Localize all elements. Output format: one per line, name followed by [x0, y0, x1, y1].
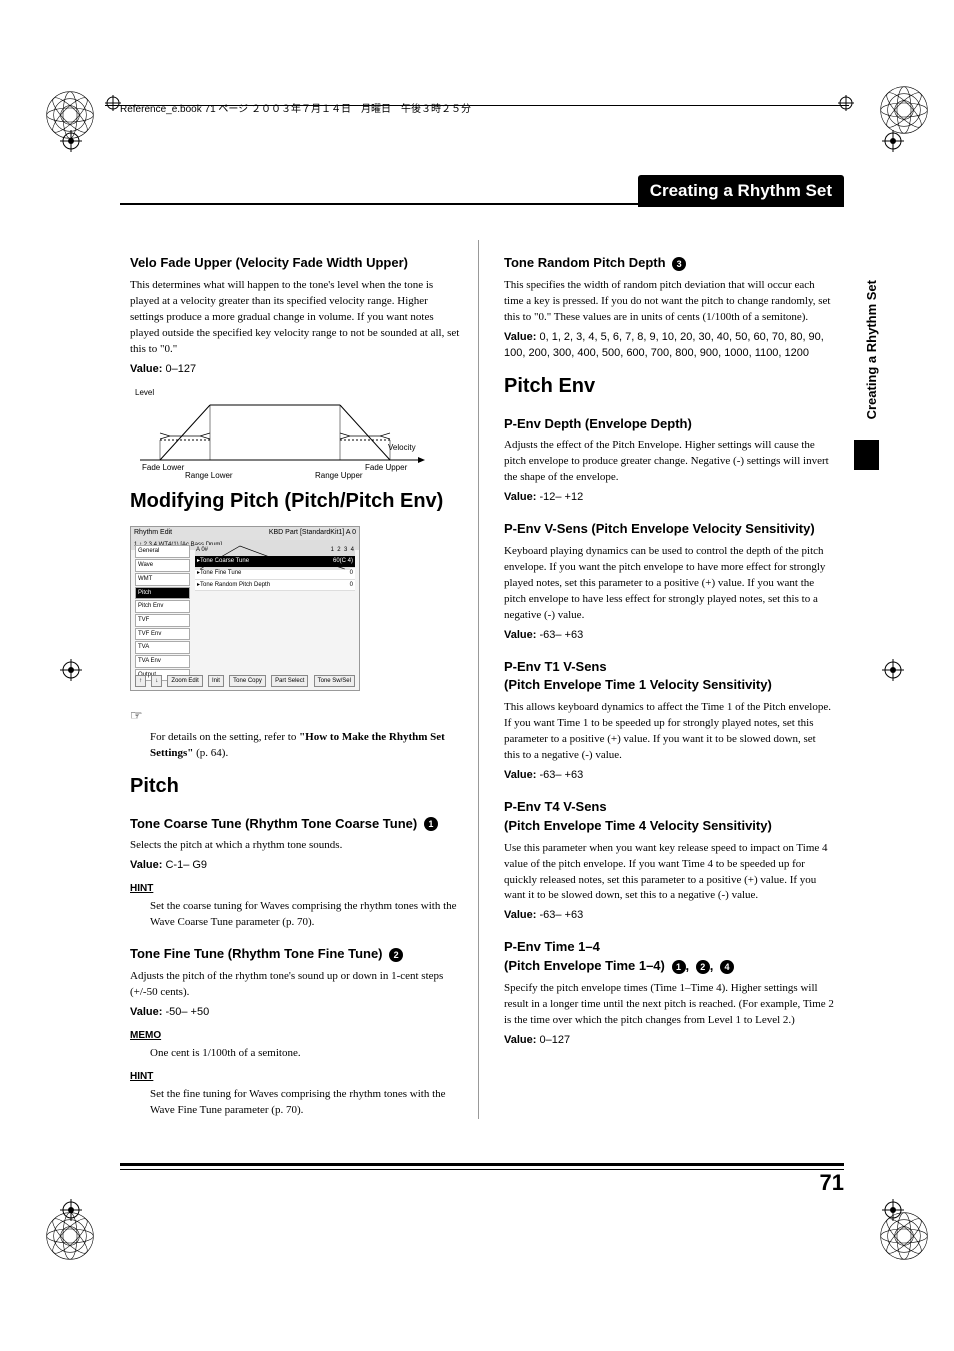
screenshot-menu-item: WMT	[135, 573, 190, 586]
running-header: Reference_e.book 71 ページ ２００３年７月１４日 月曜日 午…	[120, 100, 844, 115]
screenshot-menu-item: General	[135, 545, 190, 558]
pitch-env-heading: Pitch Env	[504, 372, 834, 401]
side-tab-marker	[854, 440, 879, 470]
footer-rule-thin	[120, 1169, 844, 1170]
hand-pointer-icon: ☞	[130, 707, 143, 727]
reg-mark	[882, 130, 904, 152]
screenshot-menu-item: TVF Env	[135, 628, 190, 641]
velo-fade-upper-value: Value: 0–127	[130, 362, 460, 378]
tone-fine-hint: Set the fine tuning for Waves comprising…	[150, 1087, 460, 1119]
tone-random-value: Value: 0, 1, 2, 3, 4, 5, 6, 7, 8, 9, 10,…	[504, 330, 834, 362]
side-tab-label: Creating a Rhythm Set	[864, 280, 879, 419]
screenshot-button: Tone Sw/Sel	[314, 675, 355, 688]
penv-time-value: Value: 0–127	[504, 1033, 834, 1049]
ref-note: For details on the setting, refer to "Ho…	[150, 730, 460, 762]
tone-random-body: This specifies the width of random pitch…	[504, 278, 834, 326]
screenshot-menu-item: Pitch	[135, 587, 190, 600]
velo-fade-upper-body: This determines what will happen to the …	[130, 278, 460, 358]
velo-fade-upper-heading: Velo Fade Upper (Velocity Fade Width Upp…	[130, 254, 460, 273]
reg-mark	[105, 95, 121, 111]
penv-depth-body: Adjusts the effect of the Pitch Envelope…	[504, 438, 834, 486]
svg-text:Level: Level	[135, 388, 154, 397]
reg-mark	[882, 1199, 904, 1221]
penv-t1-value: Value: -63– +63	[504, 768, 834, 784]
reg-mark	[60, 130, 82, 152]
title-rule	[120, 203, 844, 205]
modifying-pitch-heading: Modifying Pitch (Pitch/Pitch Env)	[130, 487, 460, 516]
penv-depth-heading: P-Env Depth (Envelope Depth)	[504, 415, 834, 434]
page-number: 71	[820, 1170, 844, 1196]
screenshot-menu-item: Pitch Env	[135, 600, 190, 613]
reg-mark	[882, 659, 904, 681]
tone-fine-body: Adjusts the pitch of the rhythm tone's s…	[130, 969, 460, 1001]
header-rule	[105, 105, 849, 106]
tone-coarse-hint: Set the coarse tuning for Waves comprisi…	[150, 899, 460, 931]
penv-time-heading: P-Env Time 1–4(Pitch Envelope Time 1–4) …	[504, 938, 834, 976]
tone-coarse-body: Selects the pitch at which a rhythm tone…	[130, 838, 460, 854]
screenshot-menu-item: TVA	[135, 641, 190, 654]
ref-num-icon: 4	[720, 960, 734, 974]
screenshot-menu-item: TVF	[135, 614, 190, 627]
screenshot-menu-item: Wave	[135, 559, 190, 572]
screenshot-button: Tone Copy	[229, 675, 266, 688]
screenshot-button: Init	[208, 675, 224, 688]
reg-mark	[60, 659, 82, 681]
svg-text:Velocity: Velocity	[388, 443, 416, 452]
ref-num-icon: 2	[696, 960, 710, 974]
velocity-fade-diagram: Level Velocity Fade Lower R	[130, 385, 430, 475]
penv-t4-value: Value: -63– +63	[504, 908, 834, 924]
tone-coarse-value: Value: C-1– G9	[130, 858, 460, 874]
reg-mark	[60, 1199, 82, 1221]
footer-rule	[120, 1163, 844, 1166]
crop-mark-top-right	[869, 75, 939, 145]
hint-label: HINT	[130, 1070, 153, 1085]
pitch-heading: Pitch	[130, 772, 460, 801]
penv-t1-body: This allows keyboard dynamics to affect …	[504, 700, 834, 764]
editor-screenshot: Rhythm EditKBD Part [StandardKit1] A 0 1…	[130, 526, 360, 691]
tone-fine-memo: One cent is 1/100th of a semitone.	[150, 1046, 460, 1062]
crop-mark-bot-right	[869, 1201, 939, 1271]
ref-num-2-icon: 2	[389, 948, 403, 962]
tone-coarse-heading: Tone Coarse Tune (Rhythm Tone Coarse Tun…	[130, 815, 460, 834]
svg-text:Range Lower: Range Lower	[185, 471, 233, 480]
ref-num-icon: 1	[672, 960, 686, 974]
screenshot-button: Zoom Edit	[167, 675, 202, 688]
tone-fine-value: Value: -50– +50	[130, 1005, 460, 1021]
screenshot-button: ↑	[135, 675, 146, 688]
screenshot-menu-item: TVA Env	[135, 655, 190, 668]
tone-fine-heading: Tone Fine Tune (Rhythm Tone Fine Tune) 2	[130, 945, 460, 964]
hint-label: HINT	[130, 882, 153, 897]
memo-label: MEMO	[130, 1029, 161, 1044]
svg-text:Fade Upper: Fade Upper	[365, 463, 408, 472]
screenshot-param-row: ▸Tone Random Pitch Depth0	[195, 580, 355, 592]
penv-vsens-value: Value: -63– +63	[504, 628, 834, 644]
penv-vsens-body: Keyboard playing dynamics can be used to…	[504, 544, 834, 624]
ref-num-1-icon: 1	[424, 817, 438, 831]
tone-random-heading: Tone Random Pitch Depth 3	[504, 254, 834, 273]
penv-t1-heading: P-Env T1 V-Sens(Pitch Envelope Time 1 Ve…	[504, 658, 834, 696]
penv-t4-heading: P-Env T4 V-Sens(Pitch Envelope Time 4 Ve…	[504, 798, 834, 836]
screenshot-button: Part Select	[271, 675, 308, 688]
penv-time-body: Specify the pitch envelope times (Time 1…	[504, 981, 834, 1029]
svg-text:Range Upper: Range Upper	[315, 471, 363, 480]
penv-vsens-heading: P-Env V-Sens (Pitch Envelope Velocity Se…	[504, 520, 834, 539]
svg-text:Fade Lower: Fade Lower	[142, 463, 185, 472]
penv-t4-body: Use this parameter when you want key rel…	[504, 841, 834, 905]
penv-depth-value: Value: -12– +12	[504, 490, 834, 506]
screenshot-button: ↓	[151, 675, 162, 688]
ref-num-3-icon: 3	[672, 257, 686, 271]
